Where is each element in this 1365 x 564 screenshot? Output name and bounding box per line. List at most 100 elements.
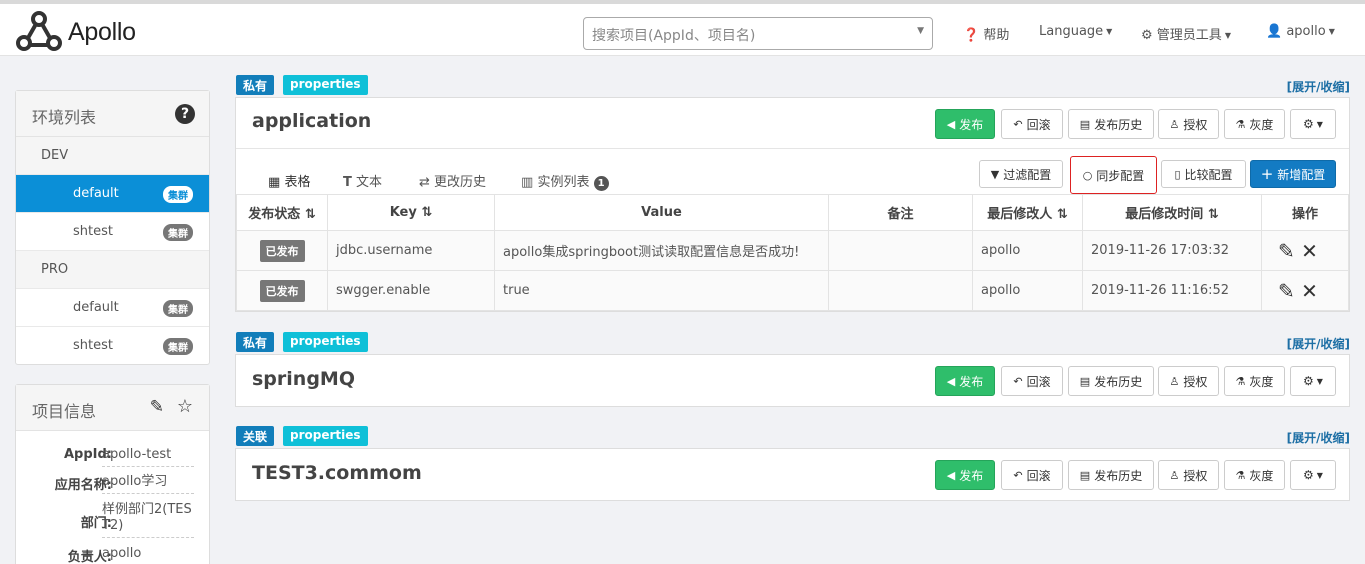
admin-tools-label: 管理员工具 <box>1156 28 1222 43</box>
rollback-button[interactable]: ↶ 回滚 <box>1001 366 1063 396</box>
send-icon: ◀ <box>946 374 956 388</box>
grant-label: 授权 <box>1183 468 1208 483</box>
caret-down-icon: ▼ <box>1224 31 1231 40</box>
col-actions-label: 操作 <box>1291 207 1318 222</box>
gear-icon: ⚙ <box>1303 374 1314 388</box>
tab-table[interactable]: ▦ 表格 <box>268 171 311 196</box>
sort-icon: ⇅ <box>1207 207 1219 222</box>
project-info-panel: 项目信息 ✎ ☆ AppId: apollo-test 应用名称: apollo… <box>15 384 210 564</box>
info-value: apollo-test <box>102 447 194 467</box>
settings-dropdown-button[interactable]: ⚙ ▼ <box>1290 109 1336 139</box>
namespace-card-test3-commom: TEST3.commom ◀ 发布 ↶ 回滚 ▤ 发布历史 ♙ 授权 ⚗ 灰度 ⚙ ▼ <box>235 448 1350 501</box>
environment-panel-header: 环境列表 ? <box>16 91 209 137</box>
cluster-dev-default[interactable]: default 集群 <box>16 175 209 213</box>
sync-config-button[interactable]: ○ 同步配置 <box>1070 156 1157 194</box>
admin-tools-dropdown[interactable]: ⚙ 管理员工具 ▼ <box>1141 24 1231 43</box>
env-dev[interactable]: DEV <box>16 137 209 175</box>
publish-label: 发布 <box>959 117 984 132</box>
grant-button[interactable]: ♙ 授权 <box>1158 366 1219 396</box>
namespace-name: application <box>252 110 372 132</box>
undo-icon: ↶ <box>1013 117 1023 131</box>
sort-icon: ⇅ <box>304 207 316 222</box>
environment-panel: 环境列表 ? DEV default 集群 shtest 集群 PRO defa… <box>15 90 210 365</box>
caret-down-icon: ▼ <box>1106 27 1113 36</box>
cluster-label: shtest <box>73 338 113 353</box>
close-icon[interactable]: ✕ <box>1301 279 1318 303</box>
add-config-button[interactable]: + 新增配置 <box>1250 160 1336 188</box>
help-label: 帮助 <box>983 28 1010 43</box>
rollback-button[interactable]: ↶ 回滚 <box>1001 460 1063 490</box>
col-modifier[interactable]: 最后修改人 ⇅ <box>972 194 1083 231</box>
cluster-badge: 集群 <box>163 224 193 241</box>
col-value: Value <box>494 194 829 231</box>
tab-history-label: 更改历史 <box>434 175 487 190</box>
settings-dropdown-button[interactable]: ⚙ ▼ <box>1290 366 1336 396</box>
expand-collapse-link[interactable]: [展开/收缩] <box>1287 78 1350 95</box>
cluster-label: shtest <box>73 224 113 239</box>
tab-instances-label: 实例列表 <box>537 175 590 190</box>
release-history-button[interactable]: ▤ 发布历史 <box>1068 460 1154 490</box>
gear-icon: ⚙ <box>1141 28 1153 43</box>
project-search-input[interactable]: 搜索项目(AppId、项目名) ▼ <box>583 17 933 50</box>
caret-down-icon: ▼ <box>1316 470 1323 480</box>
tab-history[interactable]: ⇄ 更改历史 <box>419 171 486 190</box>
cluster-pro-shtest[interactable]: shtest 集群 <box>16 327 209 365</box>
publish-button[interactable]: ◀ 发布 <box>935 109 995 139</box>
gray-release-button[interactable]: ⚗ 灰度 <box>1224 366 1285 396</box>
publish-button[interactable]: ◀ 发布 <box>935 460 995 490</box>
edit-icon[interactable]: ✎ <box>1278 279 1295 303</box>
star-icon[interactable]: ☆ <box>177 396 193 417</box>
cell-status: 已发布 <box>236 270 328 311</box>
cluster-badge: 集群 <box>163 338 193 355</box>
release-history-label: 发布历史 <box>1094 374 1143 389</box>
edit-icon[interactable]: ✎ <box>150 397 164 417</box>
publish-button[interactable]: ◀ 发布 <box>935 366 995 396</box>
release-history-button[interactable]: ▤ 发布历史 <box>1068 109 1154 139</box>
env-pro[interactable]: PRO <box>16 251 209 289</box>
language-dropdown[interactable]: Language ▼ <box>1039 24 1112 39</box>
cluster-pro-default[interactable]: default 集群 <box>16 289 209 327</box>
col-key[interactable]: Key ⇅ <box>327 194 495 231</box>
user-icon: ♙ <box>1169 374 1180 388</box>
filter-config-button[interactable]: ▼ 过滤配置 <box>979 160 1063 188</box>
help-link[interactable]: ❓ 帮助 <box>963 24 1009 43</box>
compare-config-label: 比较配置 <box>1184 167 1233 182</box>
rollback-button[interactable]: ↶ 回滚 <box>1001 109 1063 139</box>
send-icon: ◀ <box>946 468 956 482</box>
settings-dropdown-button[interactable]: ⚙ ▼ <box>1290 460 1336 490</box>
col-modified-time[interactable]: 最后修改时间 ⇅ <box>1082 194 1262 231</box>
release-history-button[interactable]: ▤ 发布历史 <box>1068 366 1154 396</box>
col-value-label: Value <box>641 205 682 220</box>
gray-release-button[interactable]: ⚗ 灰度 <box>1224 109 1285 139</box>
tab-text[interactable]: T 文本 <box>343 171 382 190</box>
project-info-header: 项目信息 ✎ ☆ <box>16 385 209 431</box>
question-circle-icon[interactable]: ? <box>175 104 195 124</box>
compare-config-button[interactable]: ▯ 比较配置 <box>1161 160 1246 188</box>
col-status[interactable]: 发布状态 ⇅ <box>236 194 328 231</box>
undo-icon: ↶ <box>1013 374 1023 388</box>
edit-icon[interactable]: ✎ <box>1278 239 1295 263</box>
expand-collapse-link[interactable]: [展开/收缩] <box>1287 429 1350 446</box>
apollo-logo[interactable]: Apollo <box>14 10 136 54</box>
expand-collapse-link[interactable]: [展开/收缩] <box>1287 335 1350 352</box>
sort-icon: ⇅ <box>421 205 433 220</box>
cell-modified-time: 2019-11-26 11:16:52 <box>1082 270 1262 311</box>
namespace-format-tag: properties <box>283 332 368 352</box>
user-dropdown[interactable]: 👤 apollo ▼ <box>1266 24 1335 39</box>
gray-release-label: 灰度 <box>1249 374 1274 389</box>
published-badge: 已发布 <box>259 279 305 302</box>
table-icon: ▦ <box>268 175 281 190</box>
cluster-dev-shtest[interactable]: shtest 集群 <box>16 213 209 251</box>
close-icon[interactable]: ✕ <box>1301 239 1318 263</box>
gray-release-button[interactable]: ⚗ 灰度 <box>1224 460 1285 490</box>
flask-icon: ⚗ <box>1235 117 1246 131</box>
release-history-label: 发布历史 <box>1094 117 1143 132</box>
user-icon: ♙ <box>1169 117 1180 131</box>
grant-button[interactable]: ♙ 授权 <box>1158 460 1219 490</box>
calendar-icon: ▤ <box>1079 117 1091 131</box>
send-icon: ◀ <box>946 117 956 131</box>
grant-button[interactable]: ♙ 授权 <box>1158 109 1219 139</box>
info-value: apollo <box>102 546 194 564</box>
chevron-down-icon: ▼ <box>917 26 924 36</box>
tab-instances[interactable]: ▥ 实例列表 1 <box>521 171 609 191</box>
